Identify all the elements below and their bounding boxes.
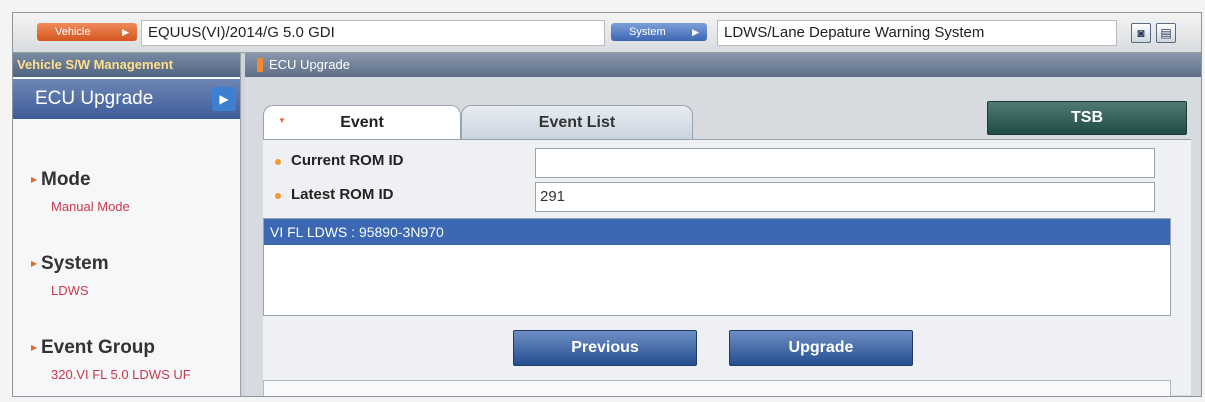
tab-body: Current ROM ID Latest ROM ID 291 VI FL L… bbox=[263, 139, 1191, 396]
arrow-right-icon[interactable]: ▶ bbox=[212, 87, 236, 111]
bullet-icon bbox=[275, 159, 281, 165]
latest-rom-row: Latest ROM ID 291 bbox=[263, 182, 1191, 212]
tab-event[interactable]: ▼ Event bbox=[263, 105, 461, 139]
list-item[interactable]: VI FL LDWS : 95890-3N970 bbox=[264, 219, 1170, 245]
tab-event-list[interactable]: Event List bbox=[461, 105, 693, 139]
status-strip bbox=[263, 380, 1171, 396]
content-area: ▼ Event Event List TSB Current ROM ID La… bbox=[263, 95, 1191, 396]
event-listbox[interactable]: VI FL LDWS : 95890-3N970 bbox=[263, 218, 1171, 316]
triangle-icon: ▶ bbox=[31, 343, 38, 352]
sidebar-item-label: ECU Upgrade bbox=[35, 88, 154, 109]
section-value: 320.VI FL 5.0 LDWS UF bbox=[51, 367, 191, 382]
tsb-button[interactable]: TSB bbox=[987, 101, 1187, 135]
main-panel: ECU Upgrade ▼ Event Event List TSB Curre… bbox=[245, 53, 1201, 396]
bullet-icon bbox=[275, 193, 281, 199]
section-title: Event Group bbox=[41, 337, 156, 358]
sidebar: Vehicle S/W Management ECU Upgrade ▶ ▶ Mo… bbox=[13, 53, 241, 396]
triangle-down-icon: ▼ bbox=[278, 116, 286, 125]
current-rom-field bbox=[535, 148, 1155, 178]
sidebar-section-system: ▶ System LDWS bbox=[31, 253, 109, 298]
sidebar-item-ecu-upgrade[interactable]: ECU Upgrade ▶ bbox=[13, 79, 240, 119]
current-rom-label: Current ROM ID bbox=[291, 152, 404, 169]
current-rom-row: Current ROM ID bbox=[263, 148, 1191, 178]
latest-rom-label: Latest ROM ID bbox=[291, 186, 394, 203]
latest-rom-field: 291 bbox=[535, 182, 1155, 212]
triangle-icon: ▶ bbox=[31, 175, 38, 184]
system-label: System bbox=[629, 26, 666, 38]
vehicle-label: Vehicle bbox=[55, 26, 91, 38]
panel-title: ECU Upgrade bbox=[269, 57, 350, 72]
triangle-icon: ▶ bbox=[31, 259, 38, 268]
sidebar-header: Vehicle S/W Management bbox=[13, 53, 240, 77]
tab-label: Event List bbox=[538, 114, 616, 131]
diagnostic-screen: Vehicle ▶ EQUUS(VI)/2014/G 5.0 GDI Syste… bbox=[12, 12, 1202, 397]
arrow-right-icon: ▶ bbox=[122, 27, 129, 37]
flag-icon bbox=[257, 58, 263, 72]
section-value: LDWS bbox=[51, 283, 89, 298]
vehicle-field: EQUUS(VI)/2014/G 5.0 GDI bbox=[141, 20, 605, 46]
section-title: Mode bbox=[41, 169, 91, 190]
section-title: System bbox=[41, 253, 109, 274]
sidebar-section-event-group: ▶ Event Group 320.VI FL 5.0 LDWS UF bbox=[31, 337, 191, 382]
upgrade-button[interactable]: Upgrade bbox=[729, 330, 913, 366]
arrow-right-icon: ▶ bbox=[692, 27, 699, 37]
previous-button[interactable]: Previous bbox=[513, 330, 697, 366]
sidebar-section-mode: ▶ Mode Manual Mode bbox=[31, 169, 130, 214]
panel-header: ECU Upgrade bbox=[245, 53, 1201, 77]
vehicle-selector-button[interactable]: Vehicle ▶ bbox=[37, 23, 137, 41]
system-selector-button[interactable]: System ▶ bbox=[611, 23, 707, 41]
tab-label: Event bbox=[340, 114, 384, 131]
camera-icon[interactable]: ◙ bbox=[1131, 23, 1151, 43]
top-bar: Vehicle ▶ EQUUS(VI)/2014/G 5.0 GDI Syste… bbox=[13, 13, 1201, 53]
section-value: Manual Mode bbox=[51, 199, 130, 214]
print-icon[interactable]: ▤ bbox=[1156, 23, 1176, 43]
system-field: LDWS/Lane Depature Warning System bbox=[717, 20, 1117, 46]
